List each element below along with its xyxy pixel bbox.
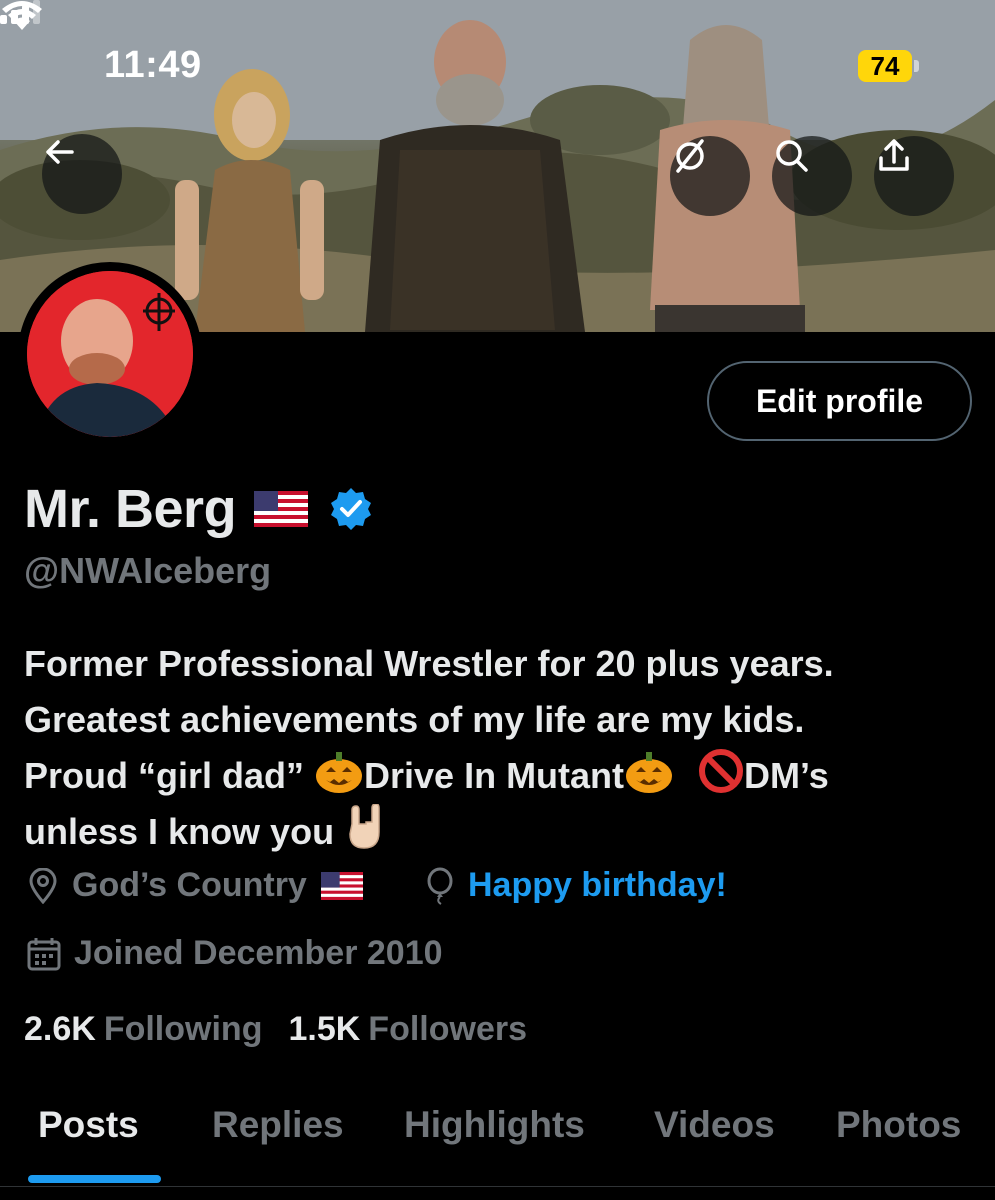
tab-videos[interactable]: Videos <box>654 1104 775 1146</box>
search-button[interactable] <box>772 136 852 216</box>
profile-page: 11:49 74 Edit profile Mr. Berg @NWAIcebe… <box>0 0 995 1200</box>
handle: @NWAIceberg <box>24 550 272 591</box>
share-button[interactable] <box>874 136 954 216</box>
bio-text-girl-dad: Proud “girl dad” <box>24 755 315 796</box>
grok-button[interactable] <box>670 136 750 216</box>
location: God’s Country <box>26 866 363 905</box>
followers-link[interactable]: 1.5K Followers <box>288 1010 527 1049</box>
birthday-text[interactable]: Happy birthday! <box>468 866 727 905</box>
avatar[interactable] <box>18 262 202 446</box>
calendar-icon <box>27 937 61 970</box>
battery-tip <box>914 60 919 72</box>
active-tab-indicator <box>28 1175 161 1183</box>
tab-highlights[interactable]: Highlights <box>404 1104 585 1146</box>
birthday: Happy birthday! <box>424 866 727 905</box>
share-icon <box>879 139 909 171</box>
bio: Former Professional Wrestler for 20 plus… <box>24 636 974 860</box>
following-label: Following <box>103 1010 263 1048</box>
joined-date: Joined December 2010 <box>26 934 443 973</box>
follow-counts: 2.6K Following 1.5K Followers <box>24 1010 553 1049</box>
bio-line-3: Proud “girl dad” Drive In Mutant DM’s <box>24 748 974 804</box>
bio-text-dms: DM’s <box>744 755 829 796</box>
edit-profile-button[interactable]: Edit profile <box>707 361 972 441</box>
bio-line-1: Former Professional Wrestler for 20 plus… <box>24 643 834 684</box>
us-flag-icon <box>320 871 363 900</box>
tab-posts[interactable]: Posts <box>38 1104 139 1146</box>
wifi-icon <box>2 1 42 30</box>
avatar-image <box>27 271 193 437</box>
following-link[interactable]: 2.6K Following <box>24 1010 262 1049</box>
back-button[interactable] <box>42 134 122 214</box>
joined-text: Joined December 2010 <box>74 934 443 972</box>
followers-label: Followers <box>368 1010 527 1048</box>
tabs-divider <box>0 1186 995 1187</box>
balloon-icon <box>427 867 453 905</box>
search-icon <box>776 140 808 172</box>
us-flag-icon <box>254 491 309 527</box>
bio-text-unless: unless I know you <box>24 811 345 852</box>
jack-o-lantern-icon <box>316 752 363 793</box>
rock-hand-icon <box>349 804 380 849</box>
bio-line-4: unless I know you <box>24 804 974 860</box>
location-pin-icon <box>29 867 57 904</box>
verified-badge-icon[interactable] <box>328 486 374 532</box>
bio-text-drive-in: Drive In Mutant <box>364 755 625 796</box>
tab-photos[interactable]: Photos <box>836 1104 961 1146</box>
following-count: 2.6K <box>24 1010 96 1048</box>
location-text: God’s Country <box>72 866 307 904</box>
grok-icon <box>676 139 704 173</box>
battery-level: 74 <box>858 50 912 82</box>
jack-o-lantern-icon <box>626 752 673 793</box>
bio-line-2: Greatest achievements of my life are my … <box>24 699 805 740</box>
display-name: Mr. Berg <box>24 479 237 539</box>
arrow-left-icon <box>46 140 74 164</box>
tab-replies[interactable]: Replies <box>212 1104 344 1146</box>
prohibited-icon <box>699 749 744 793</box>
status-time: 11:49 <box>104 44 202 86</box>
followers-count: 1.5K <box>288 1010 361 1048</box>
name-row: Mr. Berg <box>24 478 374 540</box>
